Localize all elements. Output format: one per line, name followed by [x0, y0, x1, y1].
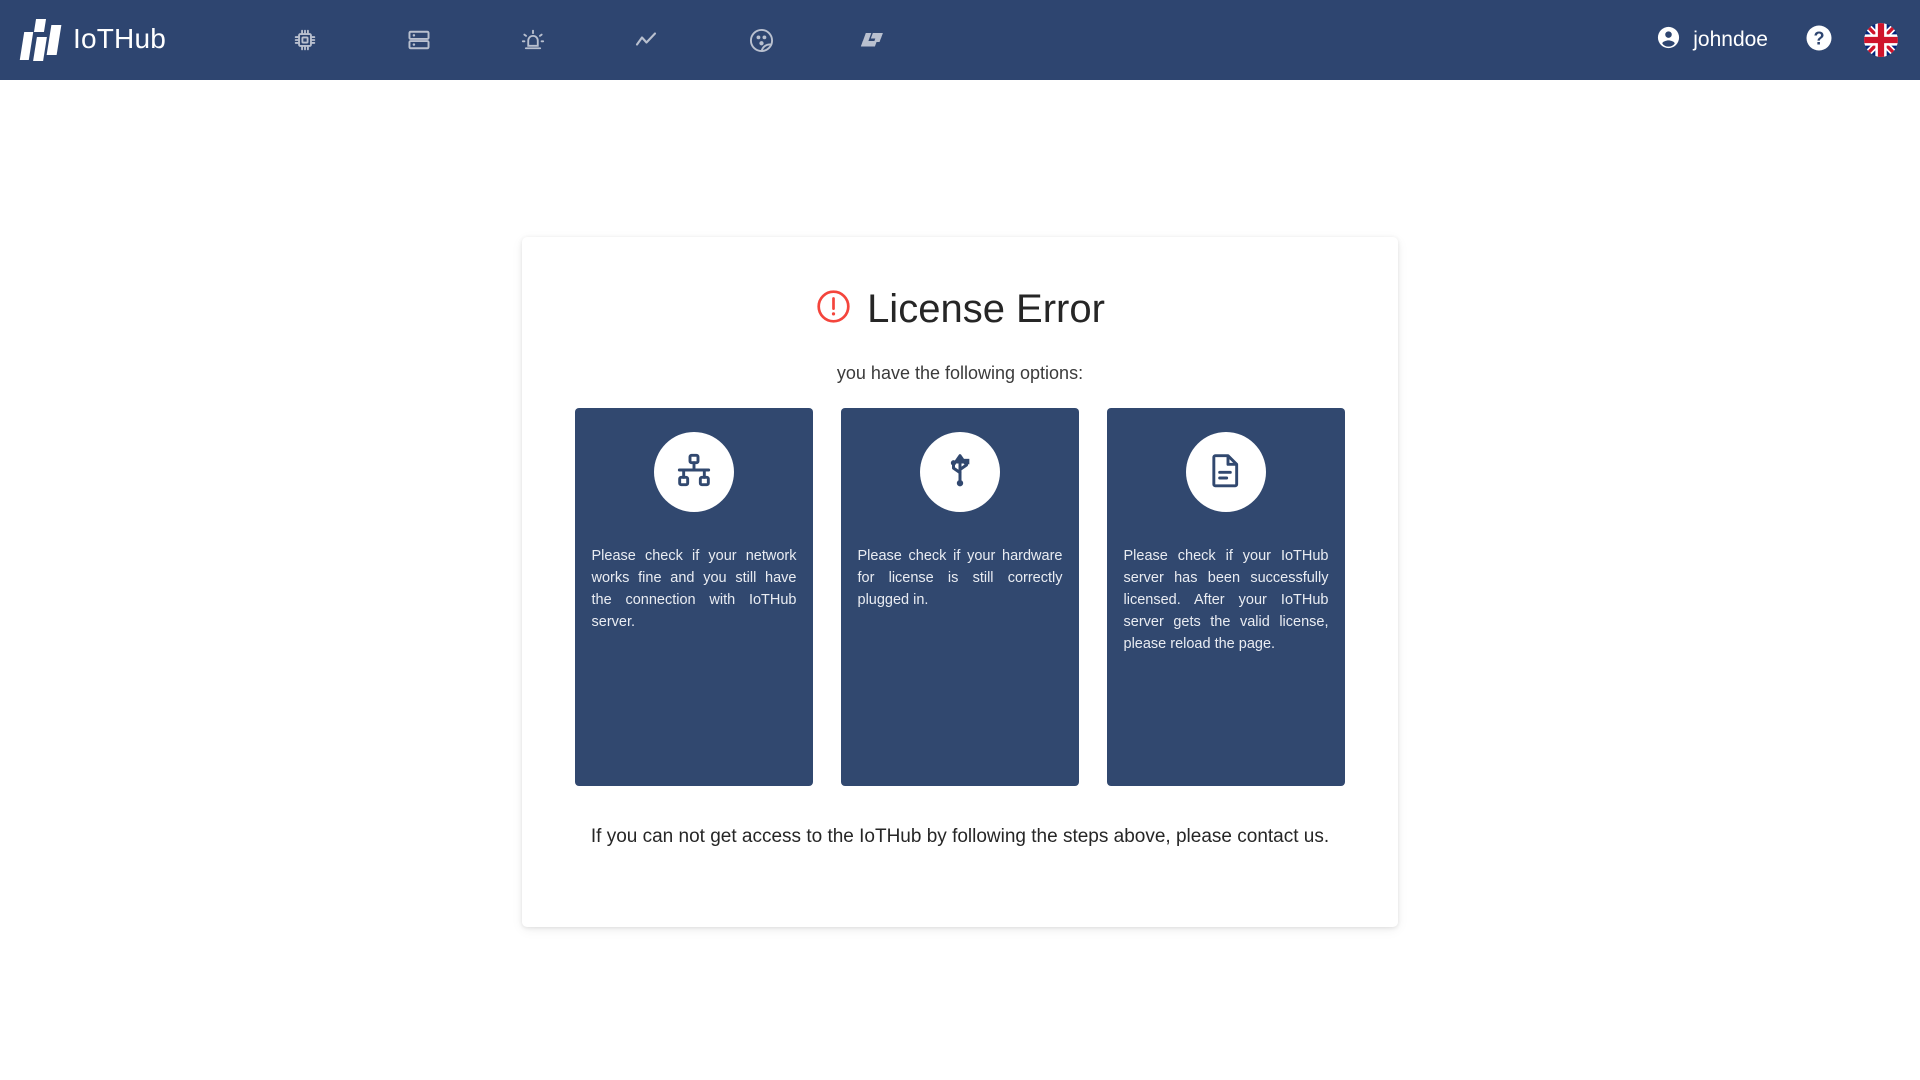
nav-item-trends[interactable]	[590, 0, 704, 80]
network-topology-icon	[674, 450, 714, 495]
users-group-icon	[748, 27, 775, 54]
option-card-license-document: Please check if your IoTHub server has b…	[1107, 408, 1345, 786]
error-header: License Error	[522, 288, 1398, 330]
nav-item-devices[interactable]	[248, 0, 362, 80]
help-circle-icon: ?	[1804, 23, 1834, 58]
server-icon	[406, 27, 432, 53]
alarm-light-icon	[520, 27, 546, 53]
options-card-list: Please check if your network works fine …	[522, 408, 1398, 786]
trend-chart-icon	[633, 26, 661, 54]
usb-icon	[940, 450, 980, 495]
nav-item-users[interactable]	[704, 0, 818, 80]
nav-item-servers[interactable]	[362, 0, 476, 80]
navbar-right-actions: johndoe ?	[1655, 0, 1920, 80]
brand-name: IoTHub	[73, 23, 167, 54]
user-name-label: johndoe	[1693, 28, 1768, 51]
card-description: Please check if your network works fine …	[591, 548, 797, 630]
user-menu[interactable]: johndoe	[1655, 24, 1768, 56]
card-icon-wrapper	[920, 432, 1000, 512]
brand-home-link[interactable]: IoTHub	[19, 0, 167, 80]
svg-text:?: ?	[1813, 28, 1824, 48]
document-icon	[1206, 450, 1246, 495]
option-card-network: Please check if your network works fine …	[575, 408, 813, 786]
card-description: Please check if your hardware for licens…	[857, 548, 1063, 608]
page-title: License Error	[867, 287, 1105, 331]
nav-item-alarms[interactable]	[476, 0, 590, 80]
chip-icon	[292, 27, 318, 53]
error-exclamation-icon	[815, 288, 852, 330]
option-card-usb: Please check if your hardware for licens…	[841, 408, 1079, 786]
help-button[interactable]: ?	[1804, 23, 1834, 58]
contact-footnote: If you can not get access to the IoTHub …	[590, 826, 1330, 847]
account-circle-icon	[1655, 24, 1682, 56]
iothub-logo-icon	[19, 19, 62, 61]
card-description: Please check if your IoTHub server has b…	[1123, 548, 1329, 652]
language-flag-button[interactable]	[1864, 23, 1898, 57]
license-error-panel: License Error you have the following opt…	[522, 237, 1398, 927]
lt-logo-icon	[859, 27, 891, 53]
card-icon-wrapper	[1186, 432, 1266, 512]
page-body: License Error you have the following opt…	[0, 80, 1920, 1080]
top-navbar: IoTHub johndoe ?	[0, 0, 1920, 80]
uk-flag-icon	[1864, 23, 1898, 57]
main-navigation	[248, 0, 932, 80]
card-icon-wrapper	[654, 432, 734, 512]
nav-item-lt[interactable]	[818, 0, 932, 80]
options-subtitle: you have the following options:	[836, 363, 1084, 383]
